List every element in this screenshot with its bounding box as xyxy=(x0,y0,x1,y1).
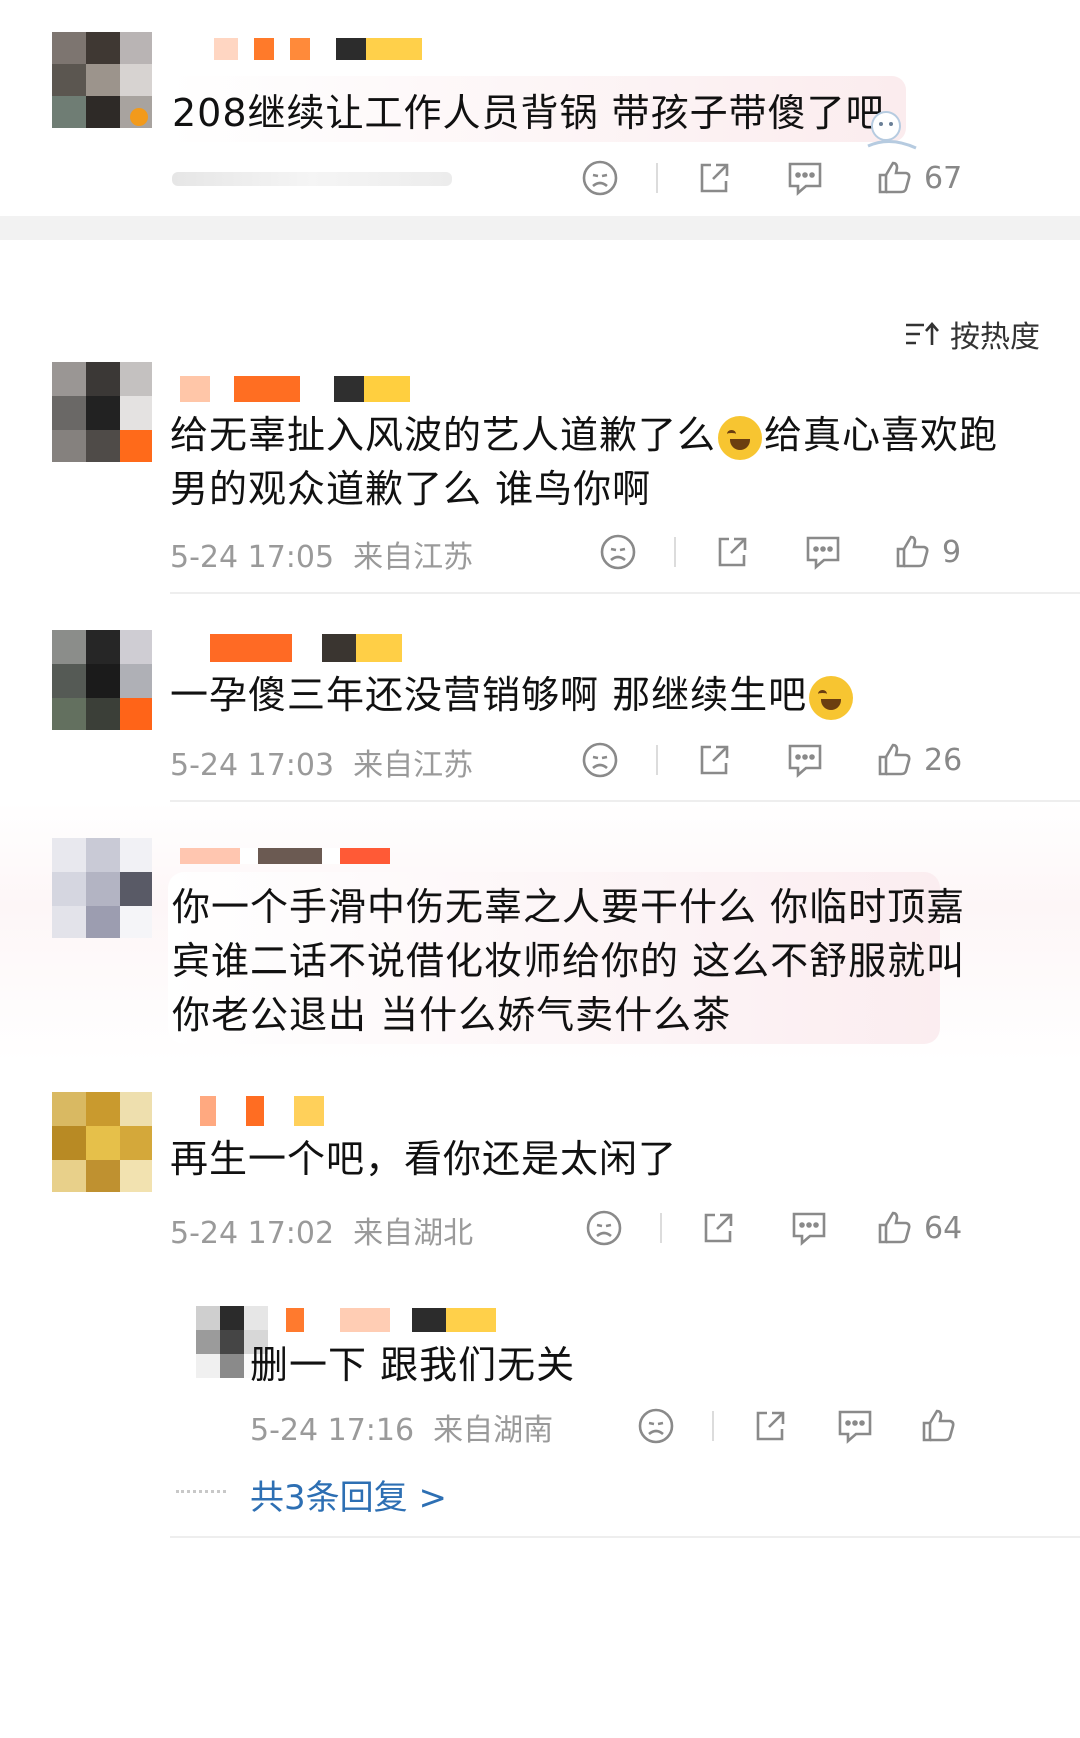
location: 来自湖南 xyxy=(433,1413,554,1448)
comment-button[interactable] xyxy=(784,158,826,198)
like-icon xyxy=(878,1211,911,1244)
dislike-button[interactable] xyxy=(580,158,620,198)
like-icon xyxy=(878,743,911,776)
like-count: 9 xyxy=(942,534,962,570)
action-bar: 67 xyxy=(580,156,962,200)
comment-meta: 5-24 17:03 来自江苏 xyxy=(170,740,473,784)
share-button[interactable] xyxy=(694,158,734,198)
sort-toggle[interactable]: 按热度 xyxy=(904,312,1040,356)
dislike-button[interactable] xyxy=(584,1208,624,1248)
action-bar: 26 xyxy=(580,738,962,782)
timestamp: 5-24 17:05 xyxy=(170,540,335,575)
comment-button[interactable] xyxy=(784,740,826,780)
separator xyxy=(656,163,658,193)
comment-button[interactable] xyxy=(788,1208,830,1248)
comment-text: 宾谁二话不说借化妆师给你的 这么不舒服就叫 xyxy=(172,939,966,983)
comment-meta: 5-24 17:02 来自湖北 xyxy=(170,1208,473,1252)
avatar[interactable] xyxy=(52,630,152,730)
username[interactable] xyxy=(210,634,410,662)
section-separator xyxy=(0,216,1080,240)
timestamp: 5-24 17:02 xyxy=(170,1216,335,1251)
reply-action-bar xyxy=(636,1404,958,1448)
laugh-cry-emoji-icon xyxy=(718,415,763,460)
dislike-icon xyxy=(638,1408,674,1444)
share-icon xyxy=(704,1213,733,1243)
like-button[interactable]: 67 xyxy=(874,158,962,198)
comment-divider xyxy=(170,1536,1080,1538)
comment-text: 男的观众道歉了么 谁鸟你啊 xyxy=(170,467,652,511)
comment-divider xyxy=(170,592,1080,594)
like-count: 26 xyxy=(924,742,963,778)
like-button[interactable] xyxy=(918,1406,958,1446)
share-icon xyxy=(700,745,729,775)
comment-icon xyxy=(806,536,840,570)
username[interactable] xyxy=(180,848,390,864)
comment-button[interactable] xyxy=(834,1406,876,1446)
laugh-cry-emoji-icon xyxy=(809,675,854,720)
comment-button[interactable] xyxy=(802,532,844,572)
dislike-button[interactable] xyxy=(636,1406,676,1446)
comment-meta: 5-24 17:05 来自江苏 xyxy=(170,532,473,576)
separator xyxy=(712,1411,714,1441)
timestamp: 5-24 17:16 xyxy=(250,1413,415,1448)
comment-icon xyxy=(792,1212,826,1246)
comment-text: 一孕傻三年还没营销够啊 那继续生吧 xyxy=(170,666,855,724)
timestamp: 5-24 17:03 xyxy=(170,748,335,783)
share-icon xyxy=(718,537,747,567)
separator xyxy=(660,1213,662,1243)
location: 来自江苏 xyxy=(353,748,474,783)
avatar[interactable] xyxy=(52,838,152,938)
comment-icon xyxy=(788,744,822,778)
share-button[interactable] xyxy=(712,532,752,572)
comment-icon xyxy=(788,162,822,196)
location: 来自湖北 xyxy=(353,1216,474,1251)
reply-text: 删一下 跟我们无关 xyxy=(250,1343,576,1387)
dislike-button[interactable] xyxy=(580,740,620,780)
action-bar: 9 xyxy=(598,530,961,574)
dislike-icon xyxy=(586,1210,622,1246)
reply-dots xyxy=(176,1490,226,1497)
reply-meta: 5-24 17:16 来自湖南 xyxy=(250,1405,553,1449)
username[interactable] xyxy=(200,1096,330,1126)
username[interactable] xyxy=(180,376,410,402)
like-button[interactable]: 26 xyxy=(874,740,962,780)
like-icon xyxy=(922,1409,955,1442)
sort-label: 按热度 xyxy=(950,320,1040,355)
share-button[interactable] xyxy=(698,1208,738,1248)
share-button[interactable] xyxy=(750,1406,790,1446)
separator xyxy=(656,745,658,775)
more-replies-link[interactable]: 共3条回复 > xyxy=(250,1470,447,1519)
sticker-decoration xyxy=(860,100,920,160)
like-icon xyxy=(878,161,911,194)
avatar[interactable] xyxy=(52,32,152,128)
blurred-meta xyxy=(172,172,452,186)
separator xyxy=(674,537,676,567)
comment-icon xyxy=(838,1410,872,1444)
like-count: 67 xyxy=(924,160,963,196)
avatar[interactable] xyxy=(52,362,152,462)
dislike-icon xyxy=(600,534,636,570)
like-icon xyxy=(896,535,929,568)
dislike-button[interactable] xyxy=(598,532,638,572)
comment-text: 你一个手滑中伤无辜之人要干什么 你临时顶嘉 xyxy=(172,885,966,929)
share-icon xyxy=(700,163,729,193)
action-bar: 64 xyxy=(584,1206,962,1250)
avatar[interactable] xyxy=(52,1092,152,1192)
dislike-icon xyxy=(582,160,618,196)
comment-text: 208继续让工作人员背锅 带孩子带傻了吧 xyxy=(172,91,885,135)
comment-text: 再生一个吧，看你还是太闲了 xyxy=(170,1137,678,1181)
comment-text: 给无辜扯入风波的艺人道歉了么 给真心喜欢跑 xyxy=(170,406,998,464)
like-count: 64 xyxy=(924,1210,963,1246)
sort-icon xyxy=(906,322,939,345)
like-button[interactable]: 64 xyxy=(874,1208,962,1248)
dislike-icon xyxy=(582,742,618,778)
share-button[interactable] xyxy=(694,740,734,780)
reply-username[interactable] xyxy=(286,1308,496,1332)
username[interactable] xyxy=(214,38,424,60)
like-button[interactable]: 9 xyxy=(892,532,961,572)
share-icon xyxy=(756,1411,785,1441)
comment-text: 你老公退出 当什么娇气卖什么茶 xyxy=(172,993,732,1037)
location: 来自江苏 xyxy=(353,540,474,575)
